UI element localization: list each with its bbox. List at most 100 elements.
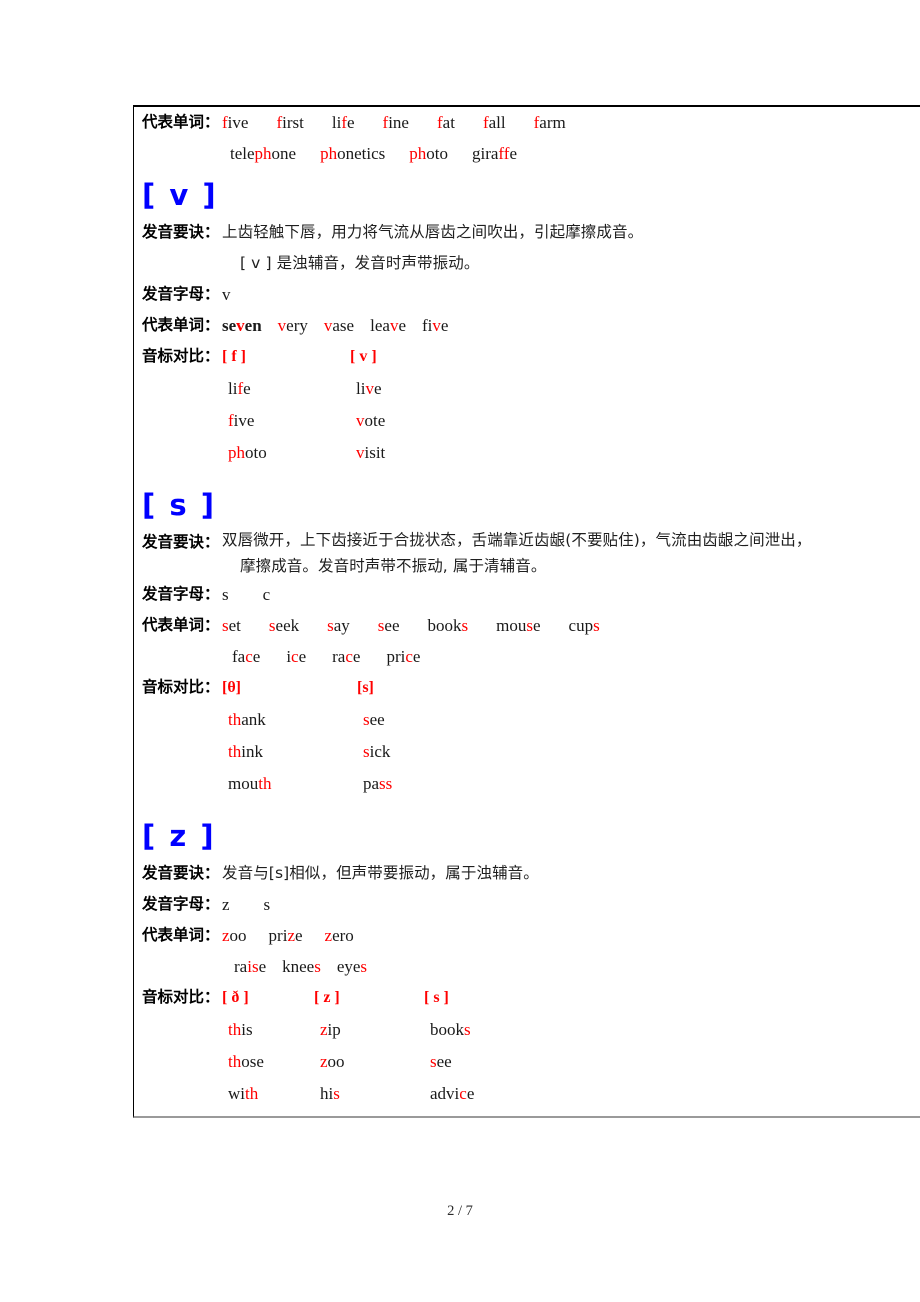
letters-row-v: 发音字母： v <box>134 279 920 310</box>
comparison-word: vote <box>350 405 490 437</box>
tips-row-v: 发音要诀： 上齿轻触下唇，用力将气流从唇齿之间吹出，引起摩擦成音。 [ v ] … <box>134 217 920 279</box>
comparison-word: five <box>222 405 350 437</box>
word: face <box>232 647 261 666</box>
comparison-word: his <box>314 1078 424 1110</box>
comparison-word: mouth <box>222 768 357 800</box>
comparison-word: see <box>357 704 497 736</box>
word-list: set seek say see books mouse cups <box>222 610 920 641</box>
word: see <box>363 710 385 729</box>
word-list: face ice race price <box>222 641 920 672</box>
word: vase <box>323 316 355 335</box>
comparison-row-eth-z-s: 音标对比： [ ð ] this those with[ z ] zip zoo his[ … <box>134 982 920 1110</box>
label-letters: 发音字母： <box>142 285 220 303</box>
tip-line: [ v ] 是浊辅音，发音时声带振动。 <box>240 254 480 272</box>
word: five <box>222 113 249 132</box>
word: leave <box>370 316 406 335</box>
word: set <box>222 616 241 635</box>
word: cups <box>568 616 600 635</box>
word: fat <box>436 113 455 132</box>
letters-row-z: 发音字母： z s <box>134 889 920 920</box>
example-words-row-z: 代表单词： zoo prize zero raise knees eyes <box>134 920 920 982</box>
label-example-words: 代表单词： <box>142 316 220 334</box>
word: fall <box>482 113 506 132</box>
comparison-word: zip <box>314 1014 424 1046</box>
word: books <box>430 1020 471 1039</box>
letters-value: v <box>222 285 231 304</box>
letters-row-s: 发音字母： s c <box>134 579 920 610</box>
comparison-word: live <box>350 373 490 405</box>
word-list: zoo prize zero <box>222 920 920 951</box>
comparison-column: [ s ] books see advice <box>424 982 544 1110</box>
word: pass <box>363 774 393 793</box>
comparison-heading: [s] <box>357 679 374 696</box>
phonetics-table: 代表单词： five first life fine fat fall farm telep… <box>133 105 920 1118</box>
comparison-word: photo <box>222 437 350 469</box>
word: ice <box>286 647 307 666</box>
phoneme-heading-z: [ z ] <box>142 819 216 853</box>
tips-row-s: 发音要诀： 双唇微开，上下齿接近于合拢状态，舌端靠近齿龈(不要贴住)，气流由齿龈… <box>134 527 920 579</box>
word-list: five first life fine fat fall farm <box>222 107 920 138</box>
word: see <box>377 616 400 635</box>
word: race <box>332 647 361 666</box>
word: very <box>277 316 308 335</box>
word: knees <box>282 957 321 976</box>
word: zoo <box>320 1052 345 1071</box>
word: mouse <box>496 616 541 635</box>
word-list: seven very vase leave five <box>222 310 920 341</box>
label-phonetic-comparison: 音标对比： <box>142 347 220 365</box>
label-pronunciation-tips: 发音要诀： <box>142 533 220 551</box>
comparison-heading: [ v ] <box>350 348 377 365</box>
word: zero <box>324 926 354 945</box>
comparison-word: see <box>424 1046 544 1078</box>
tips-row-z: 发音要诀： 发音与[s]相似，但声带要振动，属于浊辅音。 <box>134 858 920 889</box>
word: photo <box>228 443 267 462</box>
word: vote <box>356 411 386 430</box>
word: say <box>327 616 350 635</box>
word: five <box>228 411 255 430</box>
word: eyes <box>336 957 368 976</box>
word: farm <box>533 113 566 132</box>
comparison-word: life <box>222 373 350 405</box>
comparison-word: pass <box>357 768 497 800</box>
label-phonetic-comparison: 音标对比： <box>142 988 220 1006</box>
comparison-word: advice <box>424 1078 544 1110</box>
label-example-words: 代表单词： <box>142 113 220 131</box>
page-number: 2 / 7 <box>447 1203 473 1219</box>
letters-value: s c <box>222 585 271 604</box>
comparison-columns: [ f ] life five photo [ v ] live vote visit <box>222 341 920 469</box>
comparison-word: books <box>424 1014 544 1046</box>
word: life <box>228 379 251 398</box>
comparison-word: thank <box>222 704 357 736</box>
word: seven <box>222 316 262 335</box>
word: giraffe <box>471 144 517 163</box>
comparison-row-fv: 音标对比： [ f ] life five photo [ v ] live vote vis… <box>134 341 920 469</box>
word: prize <box>268 926 303 945</box>
comparison-column: [ f ] life five photo <box>222 341 350 469</box>
word: his <box>320 1084 340 1103</box>
phoneme-heading-s: [ s ] <box>142 488 216 522</box>
comparison-word: zoo <box>314 1046 424 1078</box>
comparison-word: those <box>222 1046 314 1078</box>
label-pronunciation-tips: 发音要诀： <box>142 223 220 241</box>
comparison-heading: [ z ] <box>314 989 340 1006</box>
label-letters: 发音字母： <box>142 585 220 603</box>
word: telephone <box>230 144 297 163</box>
example-words-row-v: 代表单词： seven very vase leave five <box>134 310 920 341</box>
word: phonetics <box>320 144 386 163</box>
word: mouth <box>228 774 272 793</box>
comparison-word: with <box>222 1078 314 1110</box>
label-letters: 发音字母： <box>142 895 220 913</box>
word: five <box>421 316 449 335</box>
word: price <box>386 647 421 666</box>
word-list: raise knees eyes <box>222 951 920 982</box>
comparison-column: [ v ] live vote visit <box>350 341 490 469</box>
comparison-heading: [ ð ] <box>222 989 249 1006</box>
comparison-columns: [θ] thank think mouth [s] see sick pass <box>222 672 920 800</box>
label-example-words: 代表单词： <box>142 926 220 944</box>
comparison-heading: [ s ] <box>424 989 449 1006</box>
word: photo <box>409 144 448 163</box>
word: think <box>228 742 263 761</box>
example-words-row-s: 代表单词： set seek say see books mouse cups face ic… <box>134 610 920 672</box>
word: see <box>430 1052 452 1071</box>
tip-line: 上齿轻触下唇，用力将气流从唇齿之间吹出，引起摩擦成音。 <box>222 223 644 241</box>
